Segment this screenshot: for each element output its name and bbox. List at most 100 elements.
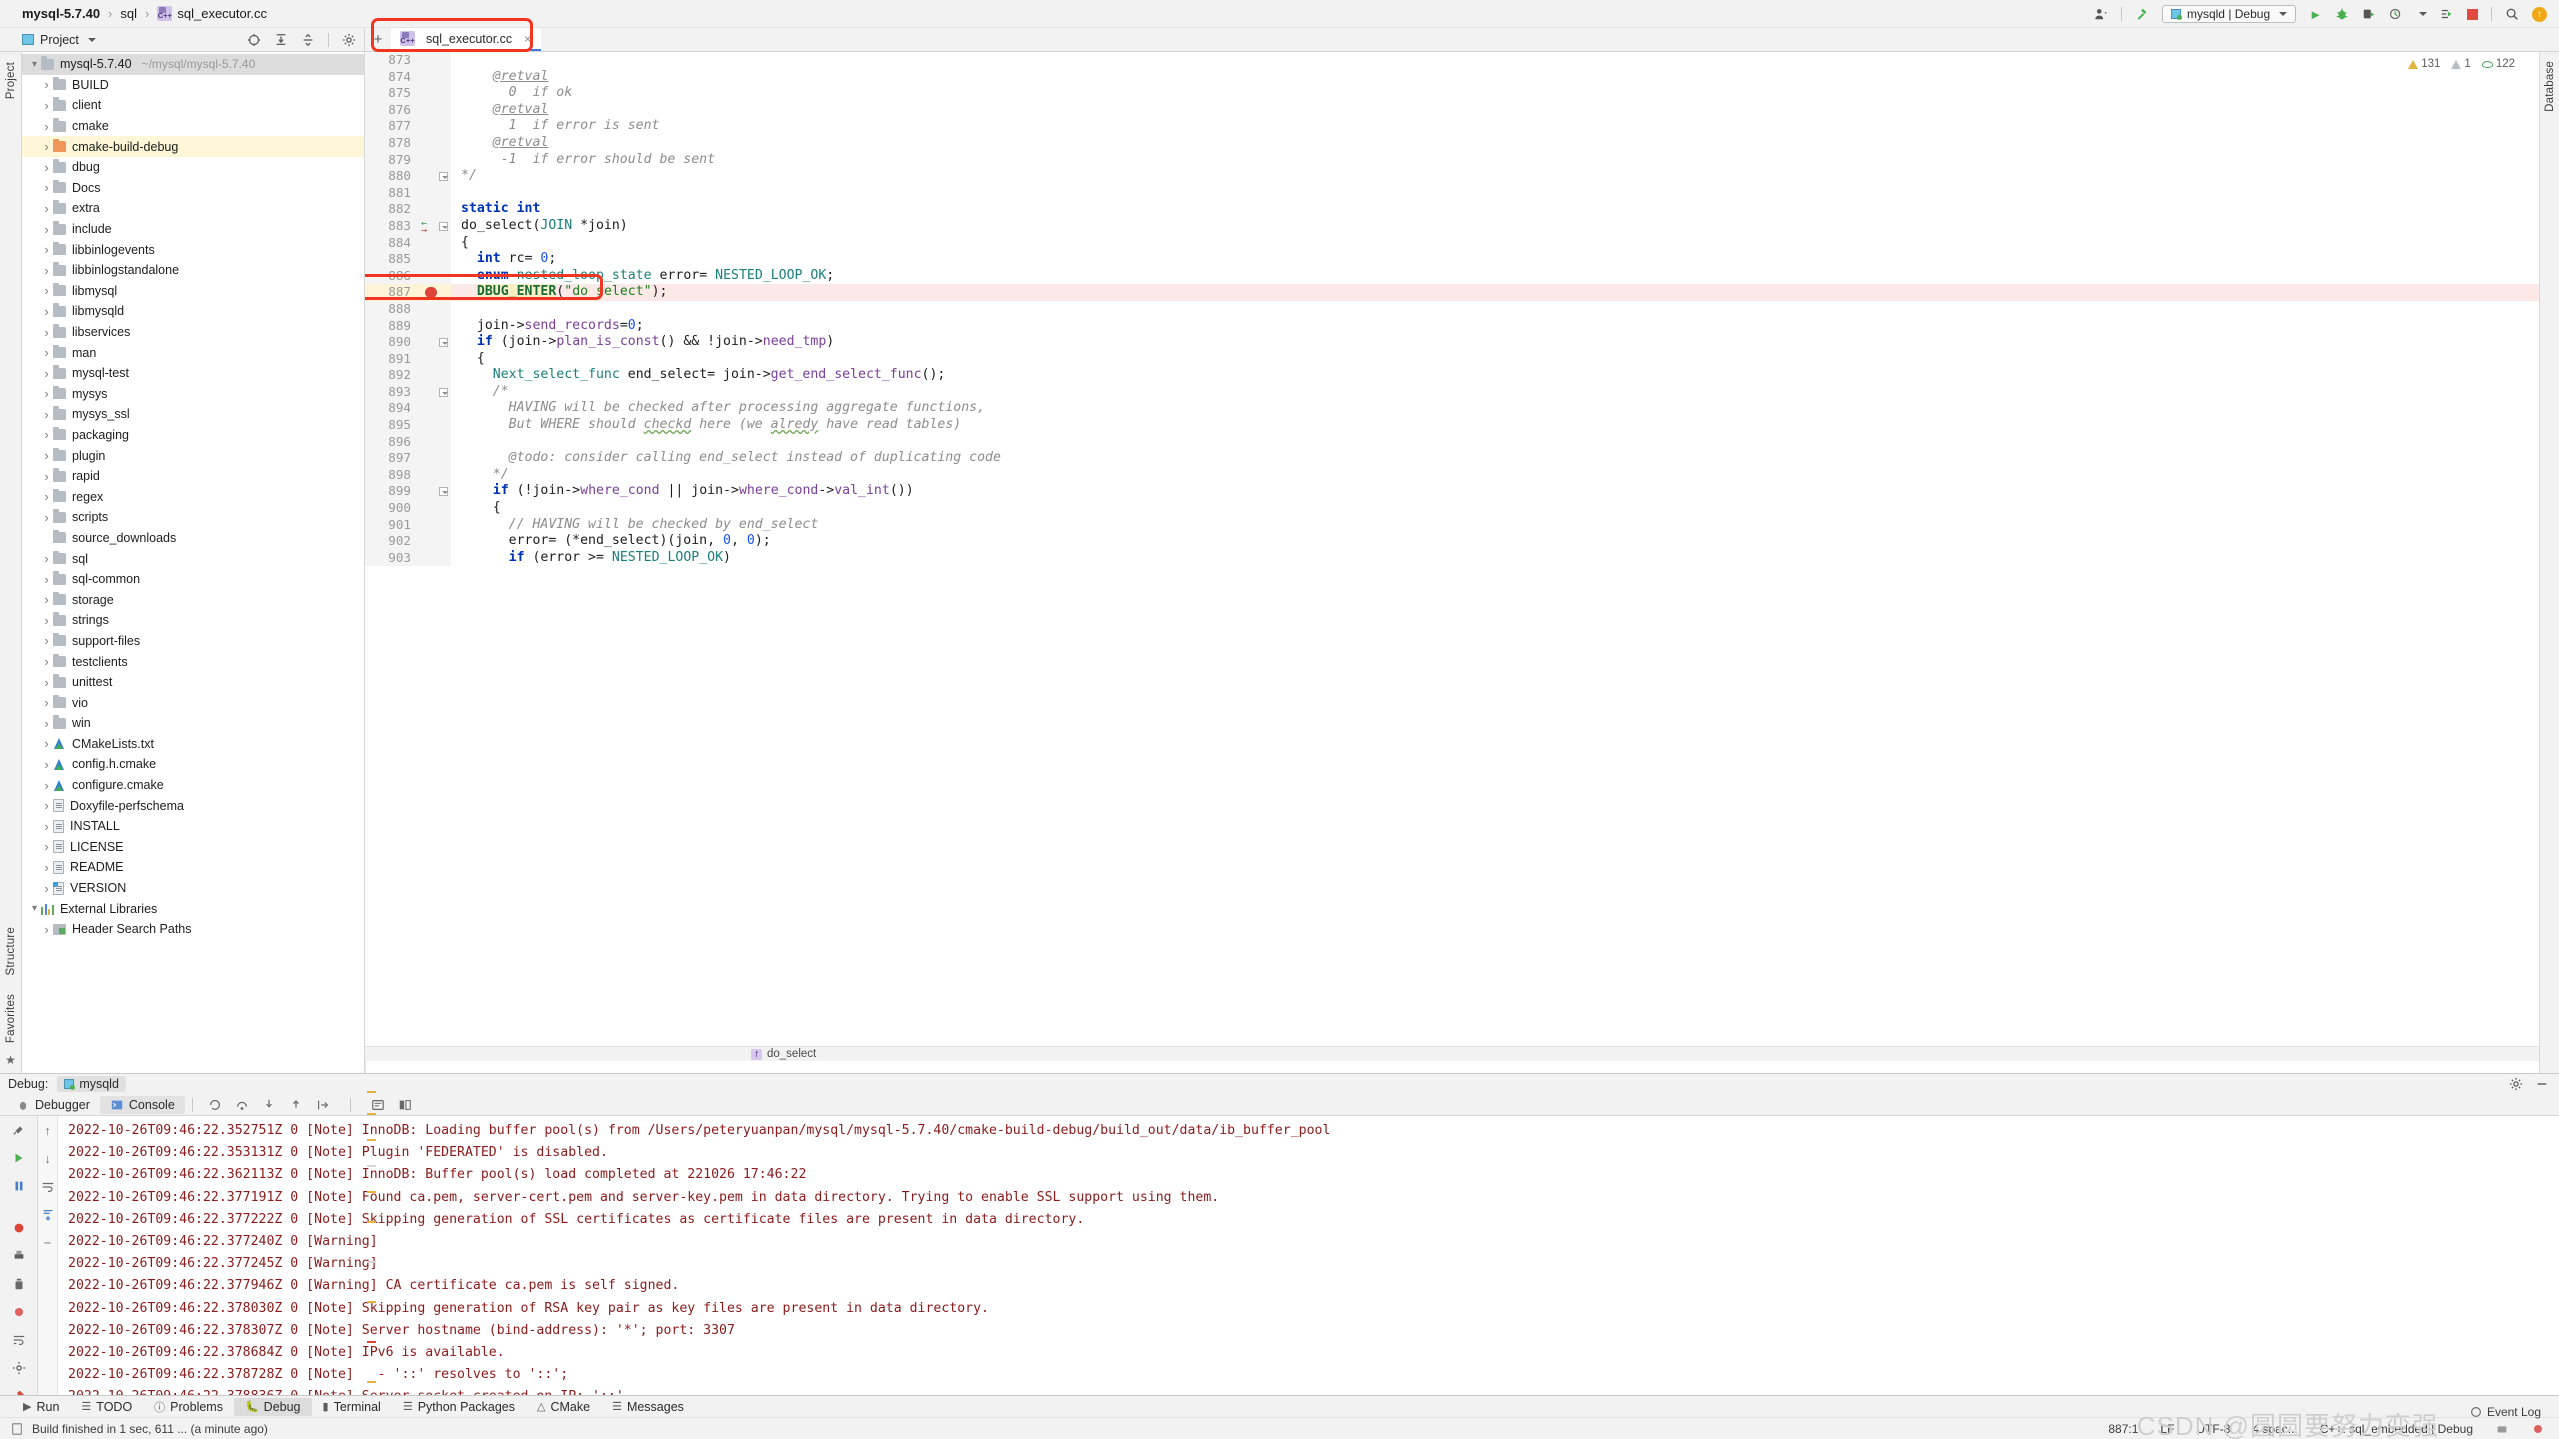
editor-gutter[interactable] bbox=[417, 151, 451, 169]
code-line[interactable]: 880 */ bbox=[365, 168, 2539, 185]
chevron-right-icon[interactable] bbox=[40, 407, 53, 422]
code-line[interactable]: 902 error= (*end_select)(join, 0, 0); bbox=[365, 533, 2539, 550]
chevron-right-icon[interactable] bbox=[40, 633, 53, 648]
tab-debugger[interactable]: Debugger bbox=[6, 1096, 100, 1114]
code-editor[interactable]: 131 1 122 873 874 @retval 875 0 if ok 876 @… bbox=[365, 52, 2539, 1061]
run-to-cursor-icon[interactable] bbox=[316, 1098, 330, 1112]
file-encoding[interactable]: UTF-8 bbox=[2196, 1422, 2230, 1436]
chevron-right-icon[interactable] bbox=[40, 675, 53, 690]
code-line[interactable]: 885 int rc= 0; bbox=[365, 251, 2539, 268]
editor-gutter[interactable] bbox=[417, 483, 451, 501]
tool-window-favorites[interactable]: Favorites bbox=[5, 994, 17, 1043]
chevron-right-icon[interactable] bbox=[40, 98, 53, 113]
tab-console[interactable]: Console bbox=[99, 1095, 185, 1114]
chevron-right-icon[interactable] bbox=[40, 592, 53, 607]
settings-gear-icon[interactable] bbox=[342, 33, 356, 47]
editor-marker[interactable] bbox=[367, 1165, 376, 1167]
debug-icon[interactable] bbox=[2335, 7, 2349, 21]
editor-marker-strip[interactable] bbox=[365, 1061, 377, 1423]
tree-item-cmake[interactable]: cmake bbox=[22, 116, 364, 137]
tree-item-cmake-build-debug[interactable]: cmake-build-debug bbox=[22, 136, 364, 157]
tool-window-database[interactable]: Database bbox=[2544, 61, 2556, 112]
scroll-down-icon[interactable]: ↓ bbox=[44, 1152, 50, 1166]
editor-gutter[interactable] bbox=[417, 52, 451, 69]
editor-marker[interactable] bbox=[367, 1113, 376, 1115]
chevron-right-icon[interactable] bbox=[40, 448, 53, 463]
tree-item-install[interactable]: INSTALL bbox=[22, 816, 364, 837]
chevron-right-icon[interactable] bbox=[40, 736, 53, 751]
tree-item-doxyfile-perfschema[interactable]: Doxyfile-perfschema bbox=[22, 795, 364, 816]
editor-gutter[interactable] bbox=[417, 134, 451, 152]
soft-wrap-icon[interactable] bbox=[12, 1333, 26, 1347]
code-line-breakpoint[interactable]: 887 DBUG_ENTER("do_select"); bbox=[365, 284, 2539, 301]
chevron-right-icon[interactable] bbox=[40, 304, 53, 319]
code-line[interactable]: 889 join->send_records=0; bbox=[365, 317, 2539, 335]
chevron-right-icon[interactable] bbox=[40, 201, 53, 216]
editor-marker[interactable] bbox=[367, 1381, 376, 1383]
code-line[interactable]: 895 But WHERE should checkd here (we alr… bbox=[365, 417, 2539, 434]
toolchain-label[interactable]: C++: sql_embedded | Debug bbox=[2320, 1422, 2473, 1436]
tree-item-client[interactable]: client bbox=[22, 95, 364, 116]
pause-program-icon[interactable] bbox=[12, 1179, 26, 1193]
editor-gutter[interactable] bbox=[417, 533, 451, 550]
editor-marker[interactable] bbox=[367, 1341, 376, 1343]
code-fold-icon[interactable] bbox=[439, 172, 448, 182]
delete-icon[interactable] bbox=[12, 1277, 26, 1291]
chevron-right-icon[interactable] bbox=[40, 613, 53, 628]
tree-item-sql-common[interactable]: sql-common bbox=[22, 569, 364, 590]
bottom-button-messages[interactable]: ☰ Messages bbox=[601, 1398, 695, 1416]
chevron-right-icon[interactable] bbox=[40, 263, 53, 278]
editor-gutter[interactable] bbox=[417, 549, 451, 567]
step-into-icon[interactable] bbox=[262, 1098, 276, 1112]
bottom-button-run[interactable]: ▶ Run bbox=[12, 1398, 70, 1416]
user-icon[interactable] bbox=[2094, 7, 2108, 21]
bottom-button-python-packages[interactable]: ☰ Python Packages bbox=[392, 1398, 526, 1416]
bottom-button-problems[interactable]: ⓘ Problems bbox=[143, 1397, 234, 1417]
editor-gutter[interactable] bbox=[417, 383, 451, 401]
chevron-right-icon[interactable] bbox=[40, 139, 53, 154]
code-line[interactable]: 888 bbox=[365, 300, 2539, 318]
console-settings-icon[interactable] bbox=[12, 1361, 26, 1375]
editor-marker[interactable] bbox=[367, 1221, 376, 1223]
run-icon[interactable]: ► bbox=[2309, 7, 2322, 22]
code-line[interactable]: 898 */ bbox=[365, 466, 2539, 484]
chevron-right-icon[interactable] bbox=[40, 427, 53, 442]
tree-header-search-paths[interactable]: Header Search Paths bbox=[22, 919, 364, 940]
editor-gutter[interactable] bbox=[417, 168, 451, 185]
breadcrumb-file[interactable]: sql_executor.cc bbox=[177, 6, 267, 21]
editor-gutter[interactable] bbox=[417, 85, 451, 102]
chevron-right-icon[interactable] bbox=[40, 325, 53, 340]
code-line[interactable]: 882 static int bbox=[365, 201, 2539, 218]
chevron-right-icon[interactable] bbox=[40, 283, 53, 298]
bottom-button-cmake[interactable]: △ CMake bbox=[526, 1398, 601, 1416]
editor-marker[interactable] bbox=[367, 1191, 376, 1193]
update-icon[interactable]: ↑ bbox=[2532, 6, 2547, 22]
run-with-coverage-icon[interactable] bbox=[2362, 7, 2376, 21]
chevron-right-icon[interactable] bbox=[40, 881, 53, 896]
vcs-branch-icon[interactable] bbox=[2495, 1422, 2509, 1436]
tree-item-mysys[interactable]: mysys bbox=[22, 384, 364, 405]
code-lines[interactable]: 873 874 @retval 875 0 if ok 876 @retval 877 … bbox=[365, 52, 2539, 1061]
bottom-button-todo[interactable]: ☰ TODO bbox=[70, 1398, 143, 1416]
editor-gutter[interactable] bbox=[417, 466, 451, 484]
editor-gutter[interactable] bbox=[417, 433, 451, 451]
chevron-right-icon[interactable] bbox=[40, 242, 53, 257]
tree-item-license[interactable]: LICENSE bbox=[22, 837, 364, 858]
print-icon[interactable] bbox=[12, 1249, 26, 1263]
editor-gutter[interactable] bbox=[417, 101, 451, 119]
code-fold-icon[interactable] bbox=[439, 221, 448, 231]
tree-item-mysql-test[interactable]: mysql-test bbox=[22, 363, 364, 384]
settings-gear-icon[interactable] bbox=[2509, 1077, 2523, 1091]
tree-item-source-downloads[interactable]: source_downloads bbox=[22, 528, 364, 549]
override-arrows-icon[interactable]: ← → bbox=[421, 218, 427, 235]
code-fold-icon[interactable] bbox=[439, 487, 448, 497]
tree-item-libbinlogstandalone[interactable]: libbinlogstandalone bbox=[22, 260, 364, 281]
editor-gutter[interactable] bbox=[417, 234, 451, 252]
code-line[interactable]: 890 if (join->plan_is_const() && !join->… bbox=[365, 334, 2539, 351]
project-label[interactable]: Project bbox=[40, 33, 79, 47]
chevron-right-icon[interactable] bbox=[40, 695, 53, 710]
console-output[interactable]: 2022-10-26T09:46:22.352751Z 0 [Note] Inn… bbox=[58, 1116, 2559, 1395]
attach-console-icon[interactable] bbox=[12, 1305, 26, 1319]
editor-gutter[interactable] bbox=[417, 251, 451, 268]
tree-item-storage[interactable]: storage bbox=[22, 589, 364, 610]
